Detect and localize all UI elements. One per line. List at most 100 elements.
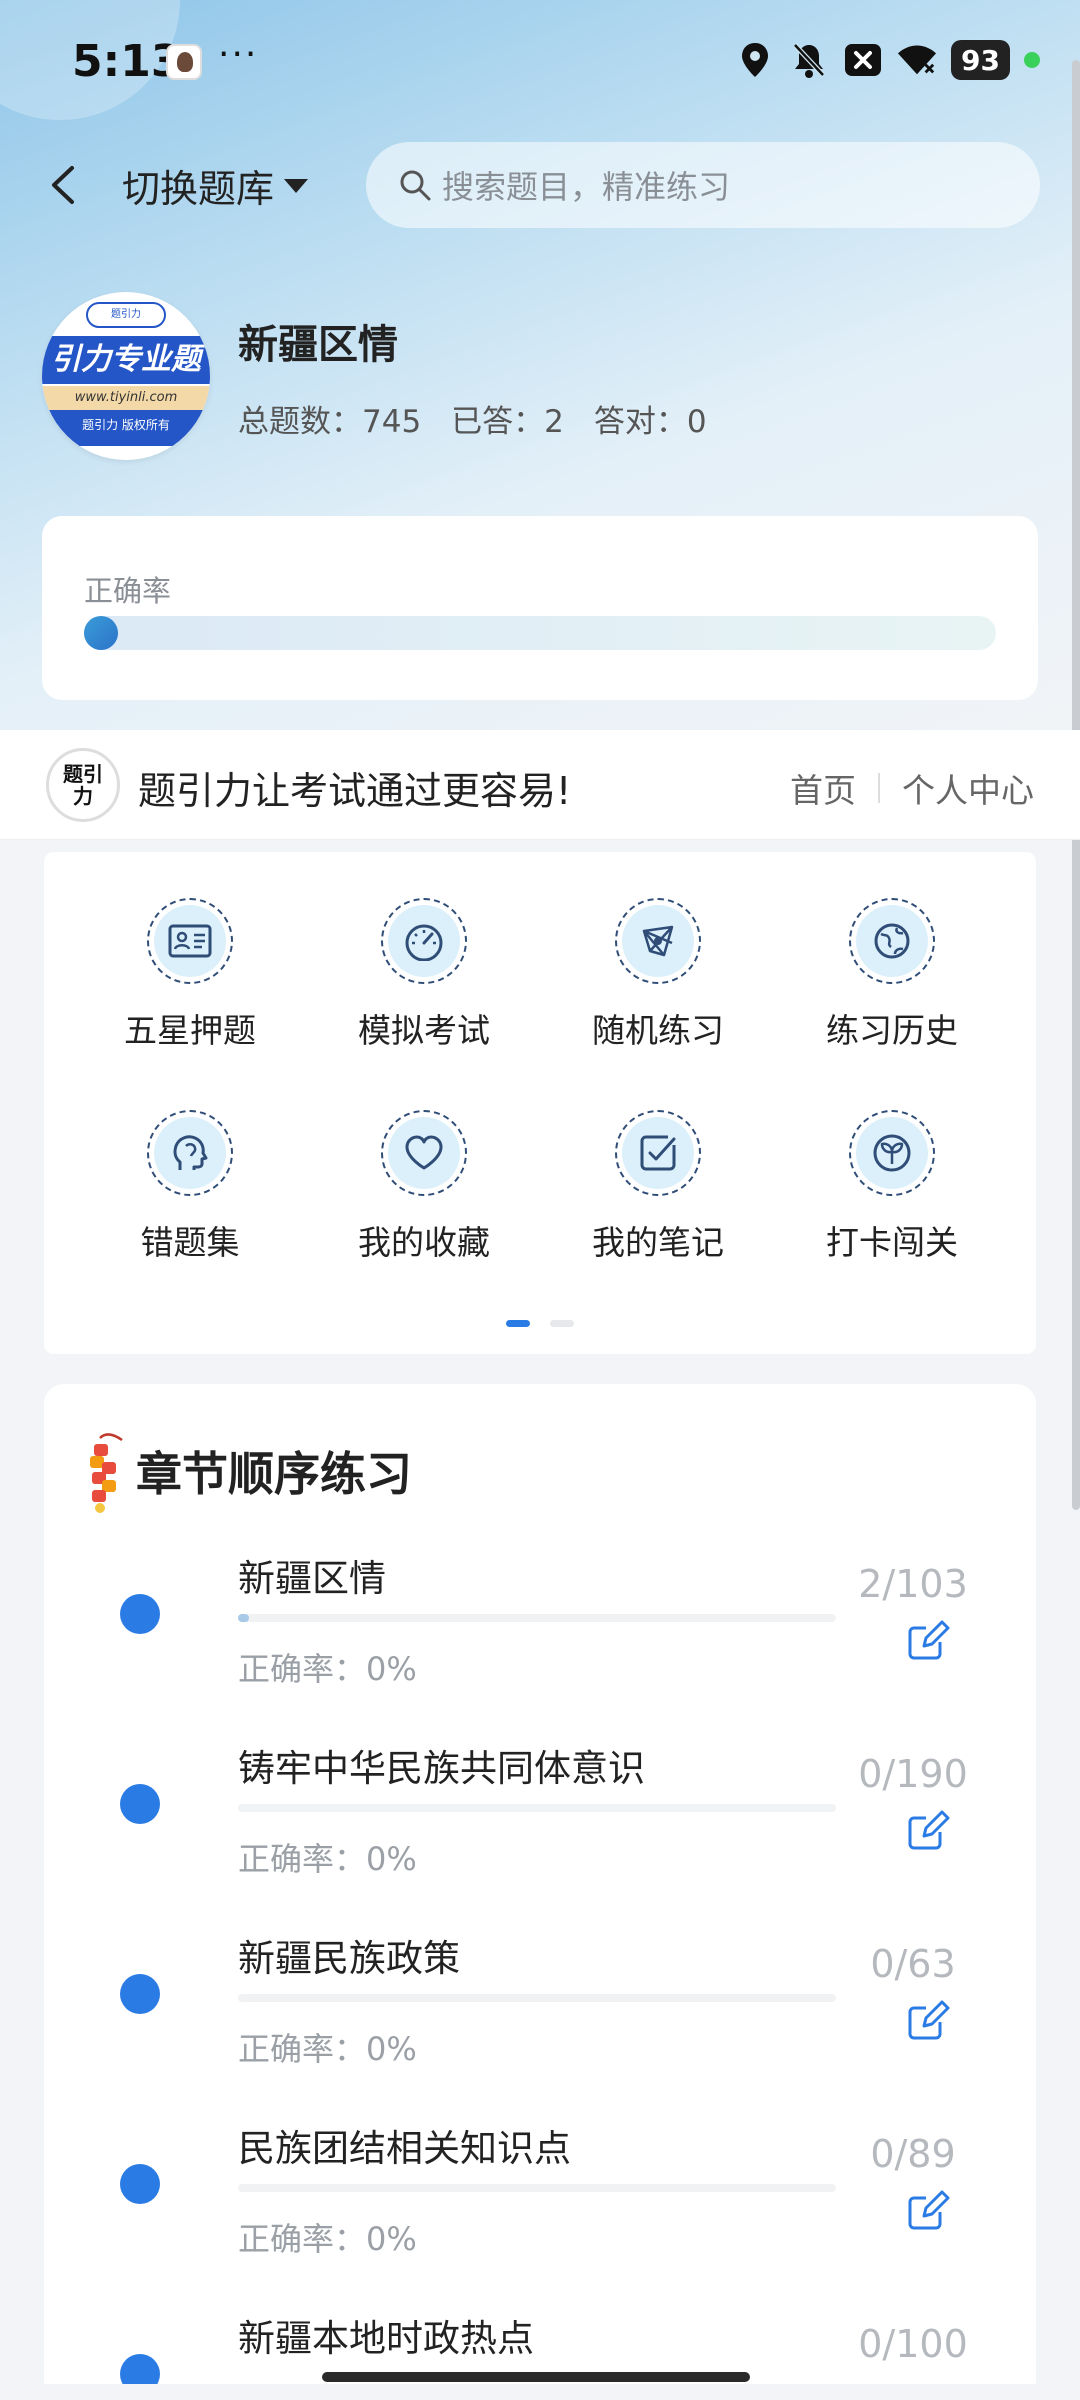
brand-bar: 题引力 题引力让考试通过更容易! 首页 个人中心 [0, 730, 1080, 840]
chapter-progress-track [238, 1994, 836, 2002]
chapter-count: 2/103 [858, 1562, 968, 1606]
close-box-icon [843, 40, 883, 80]
bank-stats: 总题数：745 已答：2 答对：0 [238, 396, 707, 441]
privacy-dot-icon [1024, 52, 1040, 68]
battery-indicator: 93 [951, 40, 1010, 80]
heart-icon [381, 1110, 467, 1196]
logo-band-text: 引力专业题 [42, 336, 210, 384]
switch-bank-button[interactable]: 切换题库 [122, 158, 310, 213]
status-bar: 5:13 ··· 93 [0, 0, 1080, 130]
chapter-row[interactable]: 新疆区情 正确率：0% 2/103 [44, 1548, 1036, 1738]
page-dot-active[interactable] [506, 1320, 530, 1327]
chapter-row[interactable]: 新疆民族政策 正确率：0% 0/63 [44, 1928, 1036, 2118]
accuracy-label: 正确率 [84, 574, 172, 608]
function-label: 五星押题 [124, 1011, 256, 1050]
edit-icon[interactable] [906, 1808, 950, 1852]
chapter-accuracy: 正确率：0% [238, 2030, 417, 2068]
speedometer-icon [381, 898, 467, 984]
chapter-name: 新疆区情 [238, 1557, 386, 1600]
sprout-icon [849, 1110, 935, 1196]
chapter-progress-fill [238, 1614, 250, 1622]
chapter-accuracy: 正确率：0% [238, 1840, 417, 1878]
function-item-five-star[interactable]: 五星押题 [90, 898, 290, 1052]
chapter-bullet [120, 1784, 160, 1824]
chapter-row[interactable]: 铸牢中华民族共同体意识 正确率：0% 0/190 [44, 1738, 1036, 1928]
brand-logo-text: 题引力 [63, 762, 103, 808]
location-icon [735, 40, 775, 80]
chapter-count: 0/89 [870, 2132, 956, 2176]
function-item-wrong-questions[interactable]: 错题集 [90, 1110, 290, 1264]
function-label: 我的笔记 [592, 1223, 724, 1262]
chapter-name: 新疆本地时政热点 [238, 2317, 534, 2360]
question-bank-logo: 题引力 引力专业题 www.tiyinli.com 题引力 版权所有 [42, 292, 210, 460]
function-label: 错题集 [140, 1223, 240, 1262]
bell-muted-icon [789, 40, 829, 80]
function-item-random-practice[interactable]: 随机练习 [558, 898, 758, 1052]
function-item-notes[interactable]: 我的笔记 [558, 1110, 758, 1264]
note-check-icon [615, 1110, 701, 1196]
function-label: 随机练习 [592, 1011, 724, 1050]
accuracy-progress-knob [84, 616, 118, 650]
function-label: 练习历史 [826, 1011, 958, 1050]
function-item-mock-exam[interactable]: 模拟考试 [324, 898, 524, 1052]
divider [878, 773, 880, 803]
logo-url-text: www.tiyinli.com [42, 386, 210, 410]
home-link[interactable]: 首页 [790, 764, 856, 812]
globe-icon [849, 898, 935, 984]
edit-icon[interactable] [906, 1618, 950, 1662]
chapter-progress-track [238, 2184, 836, 2192]
chapter-practice-card: 章节顺序练习 新疆区情 正确率：0% 2/103 铸牢中华民族共同体意识 正确率… [44, 1384, 1036, 2384]
chapter-row[interactable]: 民族团结相关知识点 正确率：0% 0/89 [44, 2118, 1036, 2308]
correct-count: 答对：0 [593, 404, 707, 440]
caret-down-icon [284, 178, 309, 193]
chapter-bullet [120, 2164, 160, 2204]
total-count: 总题数：745 [238, 404, 422, 440]
page-indicator [506, 1320, 574, 1327]
more-notifications-icon: ··· [218, 34, 259, 75]
accuracy-progress-track [84, 616, 996, 650]
head-brain-icon [147, 1110, 233, 1196]
back-button[interactable] [44, 162, 84, 208]
notification-avatar-icon [166, 44, 202, 80]
top-navigation: 切换题库 搜索题目，精准练习 [0, 140, 1080, 230]
search-input[interactable]: 搜索题目，精准练习 [366, 142, 1040, 228]
chapter-progress-track [238, 1614, 836, 1622]
function-item-history[interactable]: 练习历史 [792, 898, 992, 1052]
chapter-name: 新疆民族政策 [238, 1937, 460, 1980]
firecracker-icon [90, 1433, 123, 1513]
search-icon [400, 170, 431, 201]
wifi-icon [897, 40, 937, 80]
id-card-icon [147, 898, 233, 984]
edit-icon[interactable] [906, 2188, 950, 2232]
function-item-checkin[interactable]: 打卡闯关 [792, 1110, 992, 1264]
function-grid: 五星押题 模拟考试 随机练习 练习历史 错题集 我的收藏 我的笔记 打卡闯关 [44, 852, 1036, 1354]
chapter-count: 0/100 [858, 2322, 968, 2366]
brand-slogan: 题引力让考试通过更容易! [138, 769, 572, 813]
edit-icon[interactable] [906, 1998, 950, 2042]
bank-title: 新疆区情 [238, 322, 398, 368]
personal-center-link[interactable]: 个人中心 [902, 764, 1034, 812]
accuracy-card: 正确率 [42, 516, 1038, 700]
network-icon [615, 898, 701, 984]
brand-logo-icon: 题引力 [46, 748, 120, 822]
chapter-count: 0/190 [858, 1752, 968, 1796]
switch-bank-label: 切换题库 [122, 167, 275, 211]
home-indicator[interactable] [322, 2372, 750, 2382]
function-label: 我的收藏 [358, 1223, 490, 1262]
chapter-section-title: 章节顺序练习 [136, 1447, 412, 1501]
chapter-bullet [120, 1974, 160, 2014]
chapter-bullet [120, 1594, 160, 1634]
chapter-count: 0/63 [870, 1942, 956, 1986]
chapter-name: 铸牢中华民族共同体意识 [238, 1747, 645, 1790]
chapter-progress-track [238, 1804, 836, 1812]
chapter-accuracy: 正确率：0% [238, 2220, 417, 2258]
page-dot[interactable] [550, 1320, 574, 1327]
answered-count: 已答：2 [451, 404, 564, 440]
logo-top-badge: 题引力 [86, 302, 166, 328]
chapter-bullet [120, 2354, 160, 2384]
chapter-name: 民族团结相关知识点 [238, 2127, 571, 2170]
brand-links: 首页 个人中心 [790, 764, 1034, 812]
search-placeholder: 搜索题目，精准练习 [442, 168, 731, 206]
chapter-header: 章节顺序练习 [86, 1428, 412, 1514]
function-item-favorites[interactable]: 我的收藏 [324, 1110, 524, 1264]
